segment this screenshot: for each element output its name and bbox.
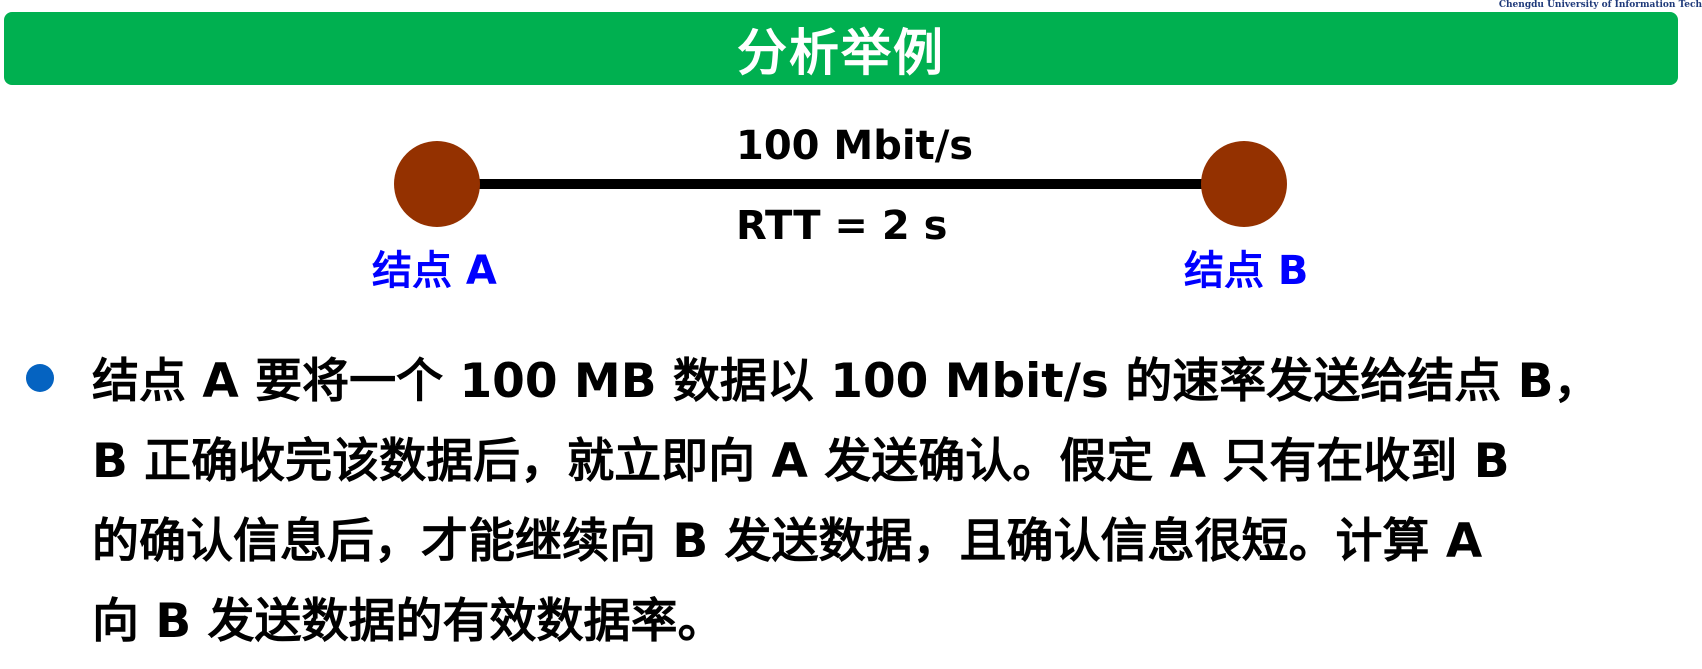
problem-line: 结点 A 要将一个 100 MB 数据以 100 Mbit/s 的速率发送给结点… [92, 354, 1601, 409]
bullet-point-icon [26, 364, 54, 392]
university-name: Chengdu University of Information Tech [1498, 0, 1702, 10]
node-b-label: 结点 B [1184, 248, 1309, 294]
node-a-label: 结点 A [372, 248, 497, 294]
title-bar: 分析举例 [4, 12, 1678, 85]
problem-line: 向 B 发送数据的有效数据率。 [92, 594, 725, 649]
network-link-line [437, 179, 1207, 189]
node-a-circle [394, 141, 480, 227]
problem-line: B 正确收完该数据后，就立即向 A 发送确认。假定 A 只有在收到 B [92, 434, 1510, 489]
node-b-circle [1201, 141, 1287, 227]
link-bandwidth-label: 100 Mbit/s [736, 123, 974, 169]
problem-line: 的确认信息后，才能继续向 B 发送数据，且确认信息很短。计算 A [92, 514, 1483, 569]
link-rtt-label: RTT = 2 s [736, 203, 948, 249]
slide-title: 分析举例 [737, 23, 945, 82]
problem-statement: 结点 A 要将一个 100 MB 数据以 100 Mbit/s 的速率发送给结点… [92, 342, 1702, 662]
